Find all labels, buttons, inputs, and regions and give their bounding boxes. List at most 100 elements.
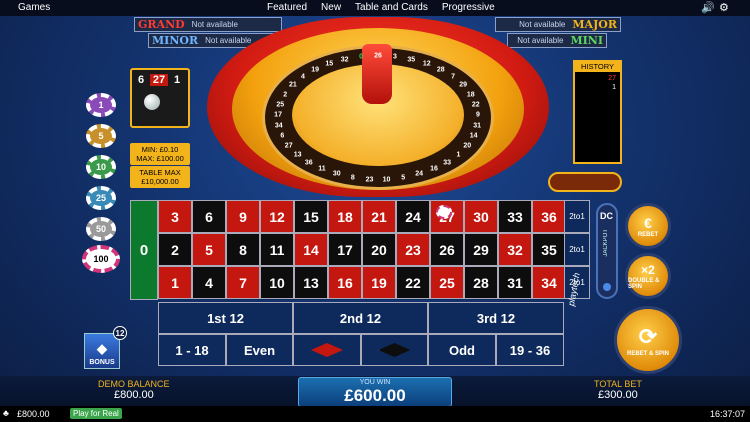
bet-number-cell[interactable]: 2 <box>158 233 192 266</box>
bet-number-cell[interactable]: 5 <box>192 233 226 266</box>
chip-25[interactable]: 25 <box>86 186 116 210</box>
bet-number-cell[interactable]: 29 <box>464 233 498 266</box>
wheel-number: 19 <box>311 66 320 74</box>
wheel-number: 23 <box>365 176 374 184</box>
chip-10[interactable]: 10 <box>86 155 116 179</box>
bet-odd[interactable]: Odd <box>428 334 496 366</box>
wheel-number: 6 <box>280 132 285 140</box>
bet-number-cell[interactable]: 25 <box>430 266 464 299</box>
bet-number-cell[interactable]: 24 <box>396 200 430 233</box>
wheel-number: 26 <box>374 52 382 60</box>
nav-featured[interactable]: Featured <box>267 2 307 13</box>
wheel-number: 24 <box>415 170 424 178</box>
wheel-number: 5 <box>401 174 406 182</box>
column-bet-middle[interactable]: 2to1 <box>564 233 590 266</box>
double-spin-button[interactable]: ×2 DOUBLE & SPIN <box>625 253 671 299</box>
bet-number-cell[interactable]: 36 <box>532 200 566 233</box>
chip-5[interactable]: 5 <box>86 124 116 148</box>
total-bet-value: £300.00 <box>598 389 638 401</box>
bet-number-cell[interactable]: 9 <box>226 200 260 233</box>
bet-number-cell[interactable]: 7 <box>226 266 260 299</box>
bet-number-cell[interactable]: 23 <box>396 233 430 266</box>
nav-new[interactable]: New <box>321 2 341 13</box>
double-spin-label: DOUBLE & SPIN <box>628 277 660 290</box>
bet-number-cell[interactable]: 15 <box>294 200 328 233</box>
bonus-button[interactable]: ◆ BONUS 12 <box>84 326 127 369</box>
wheel-number: 33 <box>443 159 452 167</box>
wheel-number: 8 <box>350 174 355 182</box>
nav-table-and-cards[interactable]: Table and Cards <box>355 2 428 13</box>
bet-number-cell[interactable]: 33 <box>498 200 532 233</box>
wheel-number: 31 <box>473 122 482 130</box>
user-icon[interactable]: ♣ <box>3 408 9 418</box>
bet-number-cell[interactable]: 3 <box>158 200 192 233</box>
bet-number-cell[interactable]: 30 <box>464 200 498 233</box>
chip-1[interactable]: 1 <box>86 93 116 117</box>
jackpot-mini: Not available MINI <box>507 33 607 48</box>
bet-number-cell[interactable]: 4 <box>192 266 226 299</box>
jackpot-label: JACKPOT <box>603 229 609 257</box>
jackpot-grand: GRAND Not available <box>134 17 282 32</box>
history-list: 27 1 <box>608 74 616 92</box>
chip-50[interactable]: 50 <box>86 217 116 241</box>
bet-number-cell[interactable]: 34 <box>532 266 566 299</box>
bet-1st-12[interactable]: 1st 12 <box>158 302 293 334</box>
bet-number-cell[interactable]: 14 <box>294 233 328 266</box>
top-nav: Games Featured New Table and Cards Progr… <box>0 0 750 16</box>
bet-red[interactable] <box>293 334 361 366</box>
bet-number-cell[interactable]: 10 <box>260 266 294 299</box>
dc-jackpot-badge[interactable]: DC JACKPOT <box>596 203 618 299</box>
bet-number-cell[interactable]: 12 <box>260 200 294 233</box>
bet-number-cell[interactable]: 16 <box>328 266 362 299</box>
history-title: HISTORY <box>575 62 620 72</box>
bet-number-cell[interactable]: 26 <box>430 233 464 266</box>
table-max-value: £10,000.00 <box>141 177 179 186</box>
play-for-real-button[interactable]: Play for Real <box>70 408 122 419</box>
bet-number-cell[interactable]: 21 <box>362 200 396 233</box>
total-bet-label: TOTAL BET <box>594 379 642 389</box>
double-icon: ×2 <box>641 262 655 277</box>
bet-number-cell[interactable]: 17 <box>328 233 362 266</box>
wheel-number: 14 <box>469 132 478 140</box>
column-bet-top[interactable]: 2to1 <box>564 200 590 233</box>
bet-number-cell[interactable]: 19 <box>362 266 396 299</box>
bet-number-cell[interactable]: 35 <box>532 233 566 266</box>
wheel-number: 12 <box>422 60 431 68</box>
bet-zero[interactable]: 0 <box>130 200 158 300</box>
rebet-button[interactable]: € REBET <box>625 203 671 249</box>
bet-3rd-12[interactable]: 3rd 12 <box>428 302 564 334</box>
bet-number-cell[interactable]: 20 <box>362 233 396 266</box>
wheel-number: 27 <box>284 142 293 150</box>
spin-icon: ⟳ <box>638 323 658 349</box>
bet-number-cell[interactable]: 22 <box>396 266 430 299</box>
bet-19-36[interactable]: 19 - 36 <box>496 334 564 366</box>
bet-number-cell[interactable]: 32 <box>498 233 532 266</box>
racetrack-button[interactable] <box>548 172 622 192</box>
bet-number-cell[interactable]: 1 <box>158 266 192 299</box>
chip-100[interactable]: 100 <box>82 245 120 273</box>
bet-2nd-12[interactable]: 2nd 12 <box>293 302 428 334</box>
wheel-number: 0 <box>359 53 364 61</box>
wheel-number: 11 <box>318 165 326 173</box>
bet-number-cell[interactable]: 6 <box>192 200 226 233</box>
bet-number-cell[interactable]: 13 <box>294 266 328 299</box>
win-label: YOU WIN <box>359 379 391 386</box>
bet-number-cell[interactable]: 31 <box>498 266 532 299</box>
bet-number-cell[interactable]: 8 <box>226 233 260 266</box>
wheel-number: 29 <box>459 81 468 89</box>
nav-progressive[interactable]: Progressive <box>442 2 495 13</box>
bet-number-cell[interactable]: 18 <box>328 200 362 233</box>
black-diamond-icon <box>378 343 411 357</box>
bet-number-cell[interactable]: 11 <box>260 233 294 266</box>
rebet-spin-button[interactable]: ⟳ REBET & SPIN <box>614 306 682 374</box>
wheel-number: 7 <box>451 73 456 81</box>
bet-1-18[interactable]: 1 - 18 <box>158 334 226 366</box>
demo-balance-label: DEMO BALANCE <box>98 379 170 389</box>
history-panel: HISTORY 27 1 <box>573 60 622 164</box>
bet-number-cell[interactable]: 28 <box>464 266 498 299</box>
games-menu[interactable]: Games <box>18 2 50 13</box>
gear-icon[interactable]: ⚙ <box>719 1 729 14</box>
bet-even[interactable]: Even <box>226 334 293 366</box>
bet-black[interactable] <box>361 334 428 366</box>
sound-icon[interactable]: 🔊 <box>701 1 715 14</box>
